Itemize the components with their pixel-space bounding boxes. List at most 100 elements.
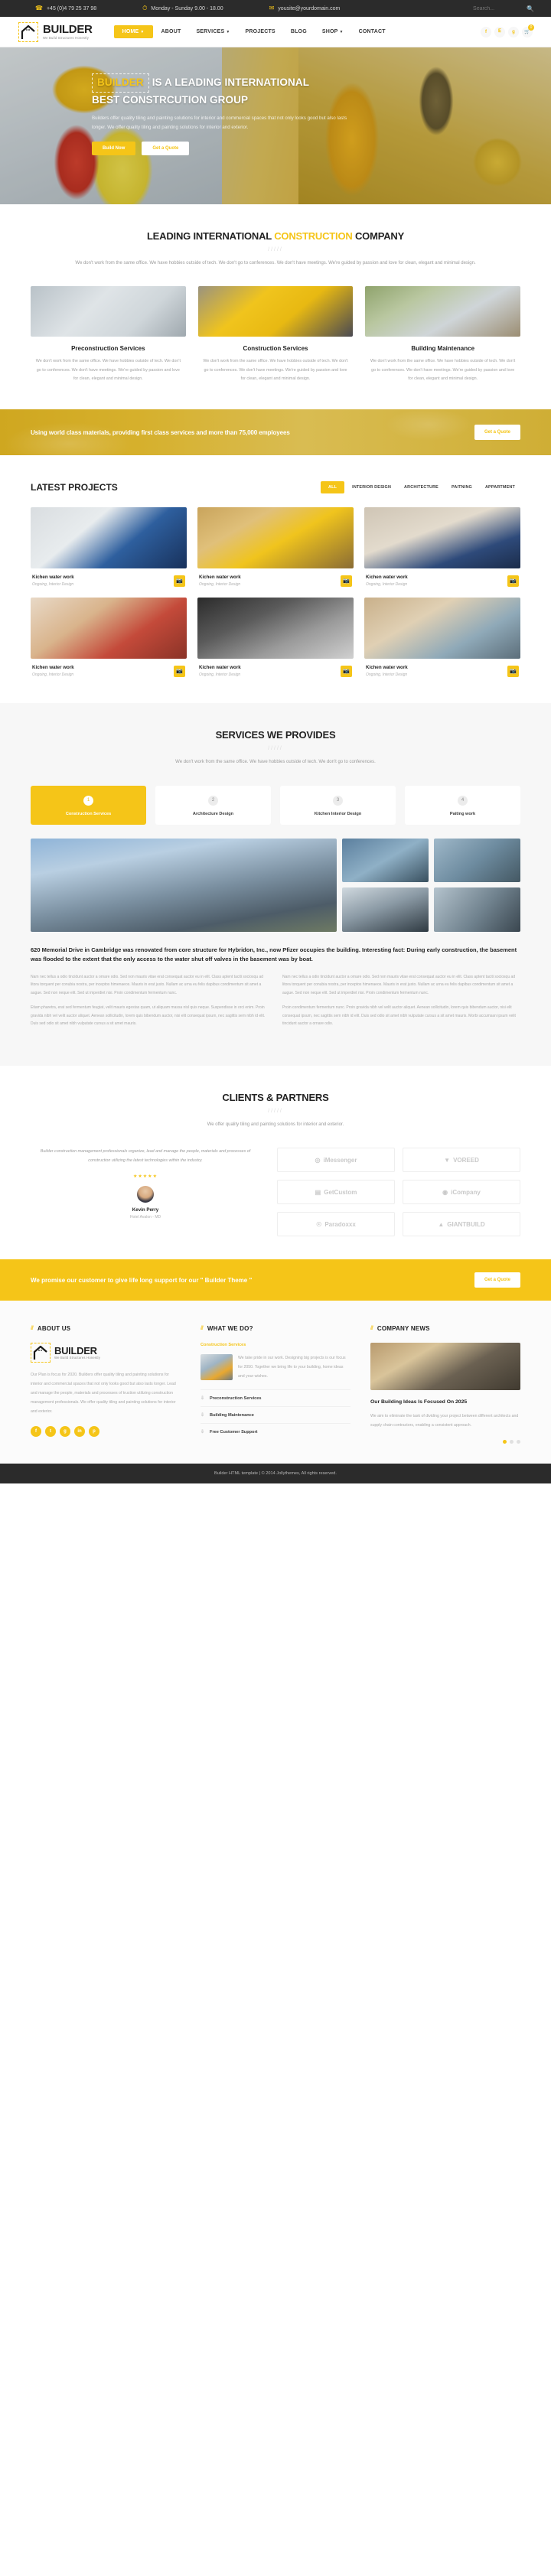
partner-icon: ▤ <box>315 1188 321 1196</box>
nav-item-blog[interactable]: BLOG <box>284 25 314 38</box>
image-icon[interactable]: 📷 <box>174 575 185 587</box>
get-a-quote-button[interactable]: Get a Quote <box>142 141 190 155</box>
service-card-preconstruction[interactable]: Preconstruction Services We don't work f… <box>31 286 186 383</box>
footer-about-heading: ABOUT US <box>37 1325 71 1333</box>
heading-dashes-icon: /// <box>31 1326 34 1332</box>
services-thumb-image[interactable] <box>342 838 429 883</box>
project-card[interactable]: Kichen water work Ongoing, Interior Desi… <box>364 507 520 588</box>
project-card[interactable]: Kichen water work Ongoing, Interior Desi… <box>364 598 520 678</box>
partner-logo[interactable]: ▤ GetCustom <box>277 1180 395 1205</box>
project-image <box>364 598 520 659</box>
nav-item-about[interactable]: ABOUT <box>155 25 188 38</box>
services-thumb-image[interactable] <box>434 887 520 932</box>
topbar-search[interactable]: 🔍 <box>473 5 534 12</box>
tab-number: 4 <box>458 795 468 806</box>
services-thumb-image[interactable] <box>342 887 429 932</box>
nav-item-shop[interactable]: SHOP ▼ <box>315 25 350 38</box>
image-icon[interactable]: 📷 <box>507 575 519 587</box>
filter-architecture[interactable]: ARCHITECTURE <box>399 481 444 493</box>
project-card[interactable]: Kichen water work Ongoing, Interior Desi… <box>197 598 354 678</box>
tab-number: 1 <box>83 795 93 806</box>
tab-architecture-design[interactable]: 2 Architecture Design <box>155 785 271 825</box>
copyright-bar: Builder HTML template | © 2014 Jollythem… <box>0 1464 551 1484</box>
tab-paiting-work[interactable]: 4 Paiting work <box>405 785 520 825</box>
image-icon[interactable]: 📷 <box>507 665 519 677</box>
clients-subtitle: We offer quality tiling and painting sol… <box>207 1122 344 1127</box>
footer-news-title[interactable]: Our Building Ideas Is Focused On 2025 <box>370 1399 520 1406</box>
arrow-down-icon: ⇩ <box>201 1413 205 1418</box>
filter-paitning[interactable]: PAITNING <box>446 481 478 493</box>
chevron-down-icon: ▼ <box>339 30 344 34</box>
project-card[interactable]: Kichen water work Ongoing, Interior Desi… <box>31 507 187 588</box>
nav-item-contact[interactable]: CONTACT <box>352 25 393 38</box>
intro-title-accent: CONSTRUCTION <box>274 230 353 242</box>
cart-button[interactable]: 🛒 0 <box>522 24 534 37</box>
twitter-icon[interactable]: t <box>45 1425 56 1437</box>
project-card[interactable]: Kichen water work Ongoing, Interior Desi… <box>197 507 354 588</box>
filter-interior-design[interactable]: INTERIOR DESIGN <box>347 481 396 493</box>
testimonial-author-name: Kevin Perry <box>132 1207 159 1213</box>
image-icon[interactable]: 📷 <box>174 665 185 677</box>
footer-news-carousel-dots <box>370 1440 520 1444</box>
promise-banner: We promise our customer to give life lon… <box>0 1259 551 1301</box>
tab-label: Construction Services <box>65 811 112 816</box>
footer-service-maintenance[interactable]: ⇩ Building Maintenance <box>201 1406 350 1423</box>
partner-logo[interactable]: ☉ Paradoxxx <box>277 1212 395 1237</box>
tab-kitchen-interior-design[interactable]: 3 Kitchen Interior Design <box>280 785 396 825</box>
project-image <box>364 507 520 569</box>
image-icon[interactable]: 📷 <box>341 575 352 587</box>
carousel-dot[interactable] <box>510 1440 514 1444</box>
filter-appartment[interactable]: APPARTMENT <box>480 481 520 493</box>
house-shape-icon <box>21 24 35 39</box>
facebook-icon[interactable]: f <box>31 1425 41 1437</box>
pinterest-icon[interactable]: p <box>89 1425 99 1437</box>
header-social-cart: f 𝐄 g 🛒 0 <box>481 24 534 37</box>
top-bar: ☎ +45 (0)4 79 25 37 98 ⏱ Monday - Sunday… <box>0 0 551 17</box>
nav-item-projects[interactable]: PROJECTS <box>238 25 282 38</box>
service-card-image <box>31 286 186 337</box>
footer-whatwedo-heading: WHAT WE DO? <box>207 1325 253 1333</box>
service-card-maintenance[interactable]: Building Maintenance We don't work from … <box>365 286 521 383</box>
partner-logo[interactable]: ◎ iMessenger <box>277 1148 395 1173</box>
footer-logo[interactable]: BUILDER We Build Structures Honestly <box>31 1343 181 1363</box>
topbar-email-text: yousite@yourdomain.com <box>278 5 341 11</box>
footer-service-preconstruction[interactable]: ⇩ Preconstruction Services <box>201 1389 350 1406</box>
logo[interactable]: BUILDER We Build Structures Honestly <box>18 21 93 42</box>
services-main-image[interactable] <box>31 838 337 932</box>
footer-news-heading: COMPANY NEWS <box>377 1325 430 1333</box>
filter-all[interactable]: ALL <box>321 481 345 494</box>
facebook-icon[interactable]: f <box>481 26 491 37</box>
nav-item-home[interactable]: HOME ▼ <box>113 25 153 38</box>
footer-whatwedo-image <box>201 1354 233 1381</box>
service-card-image <box>365 286 521 337</box>
search-input[interactable] <box>473 5 520 11</box>
linkedin-icon[interactable]: in <box>74 1425 85 1437</box>
latest-projects-section: LATEST PROJECTS ALL INTERIOR DESIGN ARCH… <box>0 455 551 703</box>
partner-icon: ▼ <box>444 1156 451 1164</box>
project-card[interactable]: Kichen water work Ongoing, Interior Desi… <box>31 598 187 678</box>
cta-get-quote-button[interactable]: Get a Quote <box>474 425 520 441</box>
image-icon[interactable]: 📷 <box>341 665 352 677</box>
project-name: Kichen water work <box>199 665 241 671</box>
footer-service-label: Preconstruction Services <box>210 1395 262 1401</box>
search-icon[interactable]: 🔍 <box>527 5 534 12</box>
google-plus-icon[interactable]: g <box>60 1425 70 1437</box>
google-plus-icon[interactable]: g <box>508 26 519 37</box>
carousel-dot[interactable] <box>517 1440 520 1444</box>
footer-service-support[interactable]: ⇩ Free Customer Support <box>201 1423 350 1440</box>
tab-construction-services[interactable]: 1 Construction Services <box>31 785 146 825</box>
partner-logo[interactable]: ▼ VOREED <box>403 1148 520 1173</box>
services-description-heading: 620 Memorial Drive in Cambridge was reno… <box>31 946 517 962</box>
nav-item-services[interactable]: SERVICES ▼ <box>189 25 236 38</box>
partner-logo[interactable]: ▲ GIANTBUILD <box>403 1212 520 1237</box>
partner-logo[interactable]: ◉ iCompany <box>403 1180 520 1205</box>
carousel-dot[interactable] <box>503 1440 507 1444</box>
footer-logo-name: BUILDER <box>54 1344 97 1356</box>
services-thumb-image[interactable] <box>434 838 520 883</box>
twitter-icon[interactable]: 𝐄 <box>494 26 505 37</box>
promise-get-quote-button[interactable]: Get a Quote <box>474 1272 520 1288</box>
build-now-button[interactable]: Build Now <box>92 141 136 155</box>
footer-news-image[interactable] <box>370 1343 520 1391</box>
logo-tagline: We Build Structures Honestly <box>43 35 89 40</box>
service-card-construction[interactable]: Construction Services We don't work from… <box>197 286 354 383</box>
